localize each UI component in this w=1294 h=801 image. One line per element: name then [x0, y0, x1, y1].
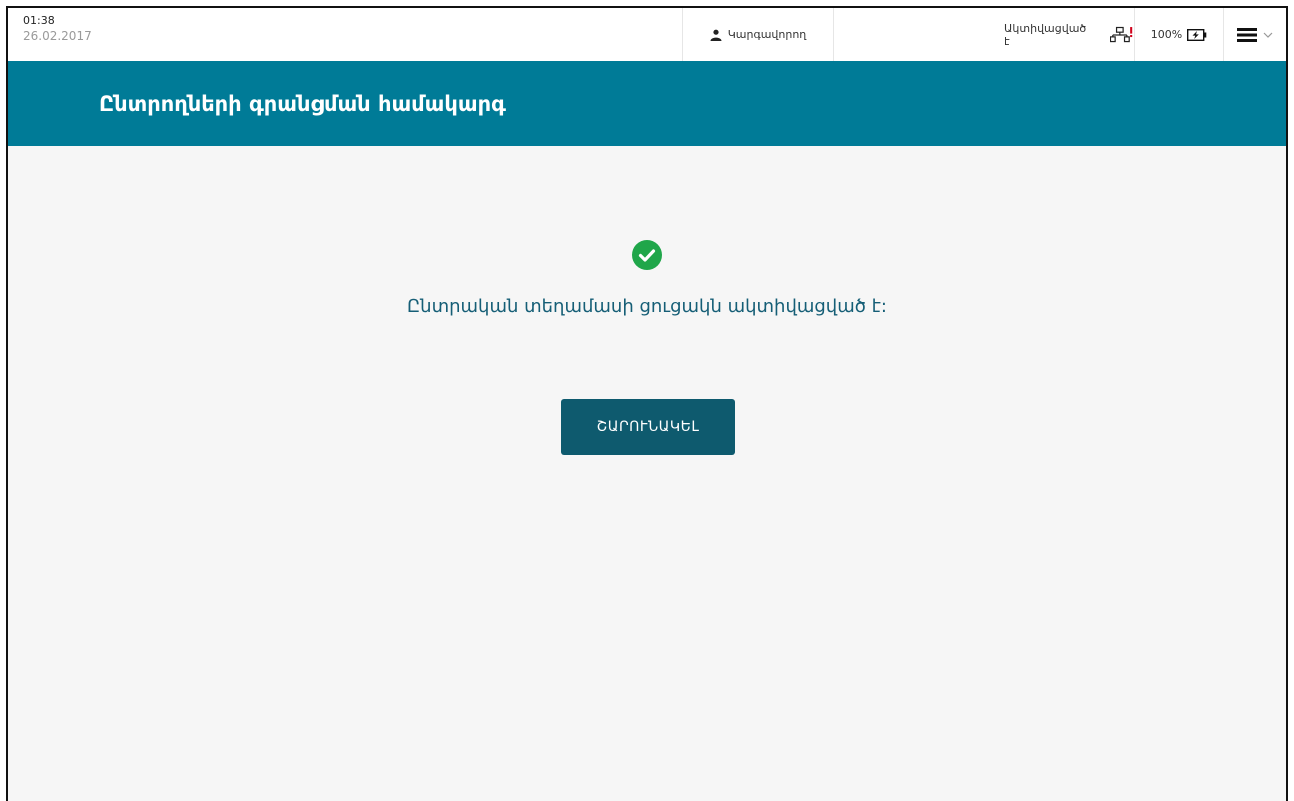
- activation-status-label: Ակտիվացված է: [1004, 21, 1087, 48]
- battery-charging-icon: [1187, 28, 1207, 41]
- clock-date: 26.02.2017: [23, 29, 92, 43]
- battery-indicator: 100%: [1134, 8, 1223, 61]
- user-indicator[interactable]: Կարգավորող: [682, 8, 833, 61]
- network-warning-icon: [1109, 26, 1132, 42]
- main-content: Ընտրական տեղամասի ցուցակն ակտիվացված է: …: [8, 146, 1286, 801]
- chevron-down-icon: [1263, 32, 1273, 38]
- user-label: Կարգավորող: [727, 28, 807, 41]
- main-menu-button[interactable]: [1223, 8, 1286, 61]
- success-check-icon: [632, 240, 662, 270]
- activation-status: Ակտիվացված է: [1004, 8, 1134, 61]
- activation-message: Ընտրական տեղամասի ցուցակն ակտիվացված է:: [406, 296, 887, 317]
- continue-button[interactable]: ՇԱՐՈՒՆԱԿԵԼ: [561, 399, 735, 455]
- hamburger-icon: [1237, 27, 1257, 42]
- user-icon: [710, 29, 722, 41]
- app-window: 01:38 26.02.2017 Կարգավորող Ակտիվացված է: [6, 6, 1288, 801]
- app-header: Ընտրողների գրանցման համակարգ: [8, 61, 1286, 146]
- clock-time: 01:38: [23, 14, 55, 27]
- page-title: Ընտրողների գրանցման համակարգ: [99, 91, 506, 116]
- clock: 01:38 26.02.2017: [8, 8, 223, 61]
- status-bar: 01:38 26.02.2017 Կարգավորող Ակտիվացված է: [8, 8, 1286, 61]
- battery-level: 100%: [1150, 28, 1183, 41]
